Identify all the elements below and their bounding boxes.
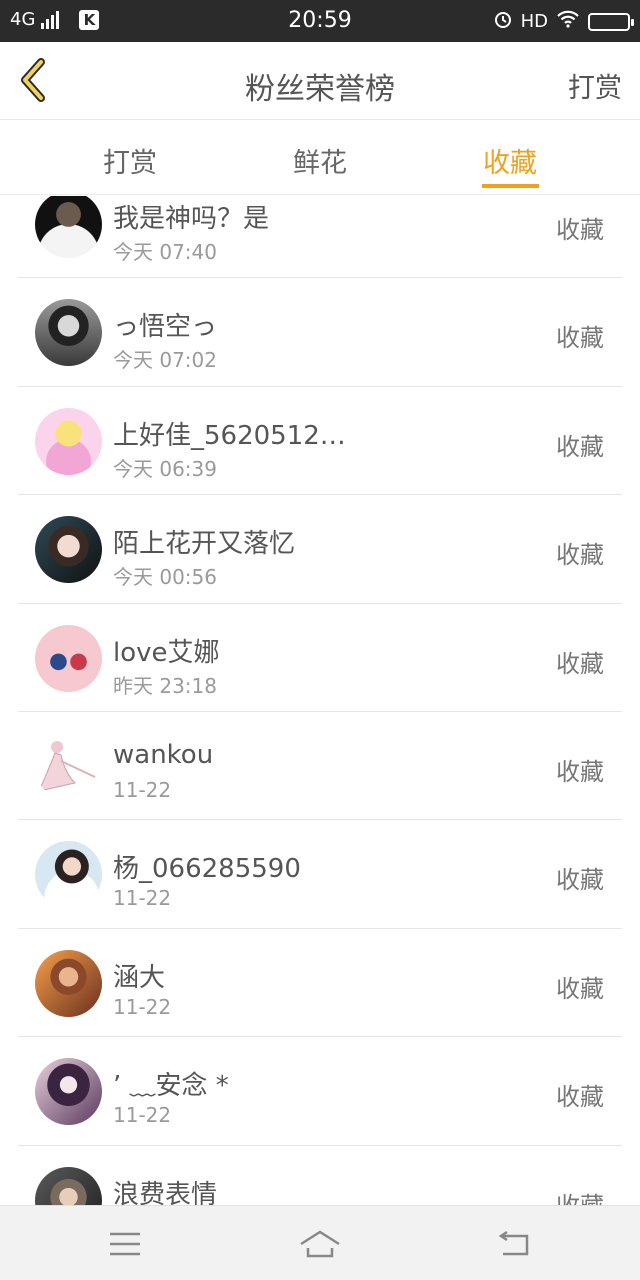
avatar xyxy=(35,732,102,800)
back-nav-button[interactable] xyxy=(493,1226,537,1262)
app-header: 粉丝荣誉榜 打赏 xyxy=(0,42,640,120)
hd-label: HD xyxy=(520,11,548,32)
fan-time: 11-22 xyxy=(113,886,172,911)
fan-time: 11-22 xyxy=(113,994,172,1019)
reward-button[interactable]: 打赏 xyxy=(568,66,622,105)
alarm-icon xyxy=(493,9,513,34)
fan-name: 上好佳_5620512… xyxy=(113,420,346,451)
menu-button[interactable] xyxy=(103,1226,147,1262)
list-item[interactable]: っ悟空っ 今天 07:02 收藏 xyxy=(18,278,622,387)
fan-time: 今天 07:02 xyxy=(113,348,217,373)
fan-time: 今天 00:56 xyxy=(113,565,217,590)
avatar xyxy=(35,407,102,475)
list-item[interactable]: wankou 11-22 收藏 xyxy=(18,712,622,821)
favorite-label: 收藏 xyxy=(556,1186,604,1205)
list-item[interactable]: 我是神吗？是 今天 07:40 收藏 xyxy=(18,196,622,279)
fan-time: 11-22 xyxy=(113,1103,172,1128)
avatar xyxy=(35,1058,102,1126)
battery-icon xyxy=(588,12,634,31)
avatar xyxy=(35,949,102,1017)
list-item[interactable]: 杨_066285590 11-22 收藏 xyxy=(18,820,622,929)
favorite-label: 收藏 xyxy=(556,216,604,244)
avatar xyxy=(35,299,102,367)
avatar xyxy=(35,624,102,692)
favorite-label: 收藏 xyxy=(556,432,604,461)
avatar xyxy=(35,841,102,909)
fan-list-content: 我是神吗？是 今天 07:40 收藏 っ悟空っ 今天 07:02 收藏 上好佳_… xyxy=(0,196,640,1205)
avatar xyxy=(35,516,102,584)
tab-flowers[interactable]: 鲜花 xyxy=(260,141,380,180)
fan-name: 涵大 xyxy=(113,962,166,993)
list-item[interactable]: 上好佳_5620512… 今天 06:39 收藏 xyxy=(18,387,622,496)
fan-name: ’ ﹏安念 * xyxy=(113,1071,229,1102)
tab-reward[interactable]: 打赏 xyxy=(70,141,190,180)
tab-favorites[interactable]: 收藏 xyxy=(450,141,570,180)
home-button[interactable] xyxy=(298,1226,342,1262)
fan-name: love艾娜 xyxy=(113,637,220,668)
favorite-label: 收藏 xyxy=(556,541,604,570)
wifi-icon xyxy=(556,10,580,33)
fan-name: 杨_066285590 xyxy=(113,854,301,885)
avatar xyxy=(35,1166,102,1205)
active-tab-indicator xyxy=(482,184,539,188)
page-title: 粉丝荣誉榜 xyxy=(245,72,395,107)
favorite-label: 收藏 xyxy=(556,649,604,678)
fan-time: 昨天 23:18 xyxy=(113,673,217,698)
status-right: HD xyxy=(493,9,634,34)
fan-name: 我是神吗？是 xyxy=(113,204,270,234)
menu-icon xyxy=(110,1232,140,1256)
fan-name: 浪费表情 xyxy=(113,1179,218,1205)
fan-list[interactable]: 我是神吗？是 今天 07:40 收藏 っ悟空っ 今天 07:02 收藏 上好佳_… xyxy=(0,196,640,1205)
favorite-label: 收藏 xyxy=(556,324,604,353)
status-bar: 4G K 20:59 HD xyxy=(0,0,640,42)
fan-time: 11-22 xyxy=(113,777,172,802)
avatar xyxy=(35,196,102,258)
system-nav-bar xyxy=(0,1205,640,1280)
list-item[interactable]: 浪费表情 收藏 xyxy=(18,1146,622,1205)
list-item[interactable]: 涵大 11-22 收藏 xyxy=(18,929,622,1038)
list-item[interactable]: 陌上花开又落忆 今天 00:56 收藏 xyxy=(18,495,622,604)
list-item[interactable]: love艾娜 昨天 23:18 收藏 xyxy=(18,604,622,712)
tab-bar: 打赏 鲜花 收藏 xyxy=(0,121,640,195)
fan-name: 陌上花开又落忆 xyxy=(113,529,296,560)
fan-name: っ悟空っ xyxy=(113,312,218,343)
fan-name: wankou xyxy=(113,739,214,770)
favorite-label: 收藏 xyxy=(556,1083,604,1112)
home-icon xyxy=(300,1230,340,1258)
favorite-label: 收藏 xyxy=(556,974,604,1003)
list-item[interactable]: ’ ﹏安念 * 11-22 收藏 xyxy=(18,1037,622,1146)
fan-time: 今天 06:39 xyxy=(113,456,217,481)
fan-time: 今天 07:40 xyxy=(113,240,217,264)
back-icon xyxy=(498,1230,529,1256)
favorite-label: 收藏 xyxy=(556,866,604,895)
favorite-label: 收藏 xyxy=(556,757,604,786)
